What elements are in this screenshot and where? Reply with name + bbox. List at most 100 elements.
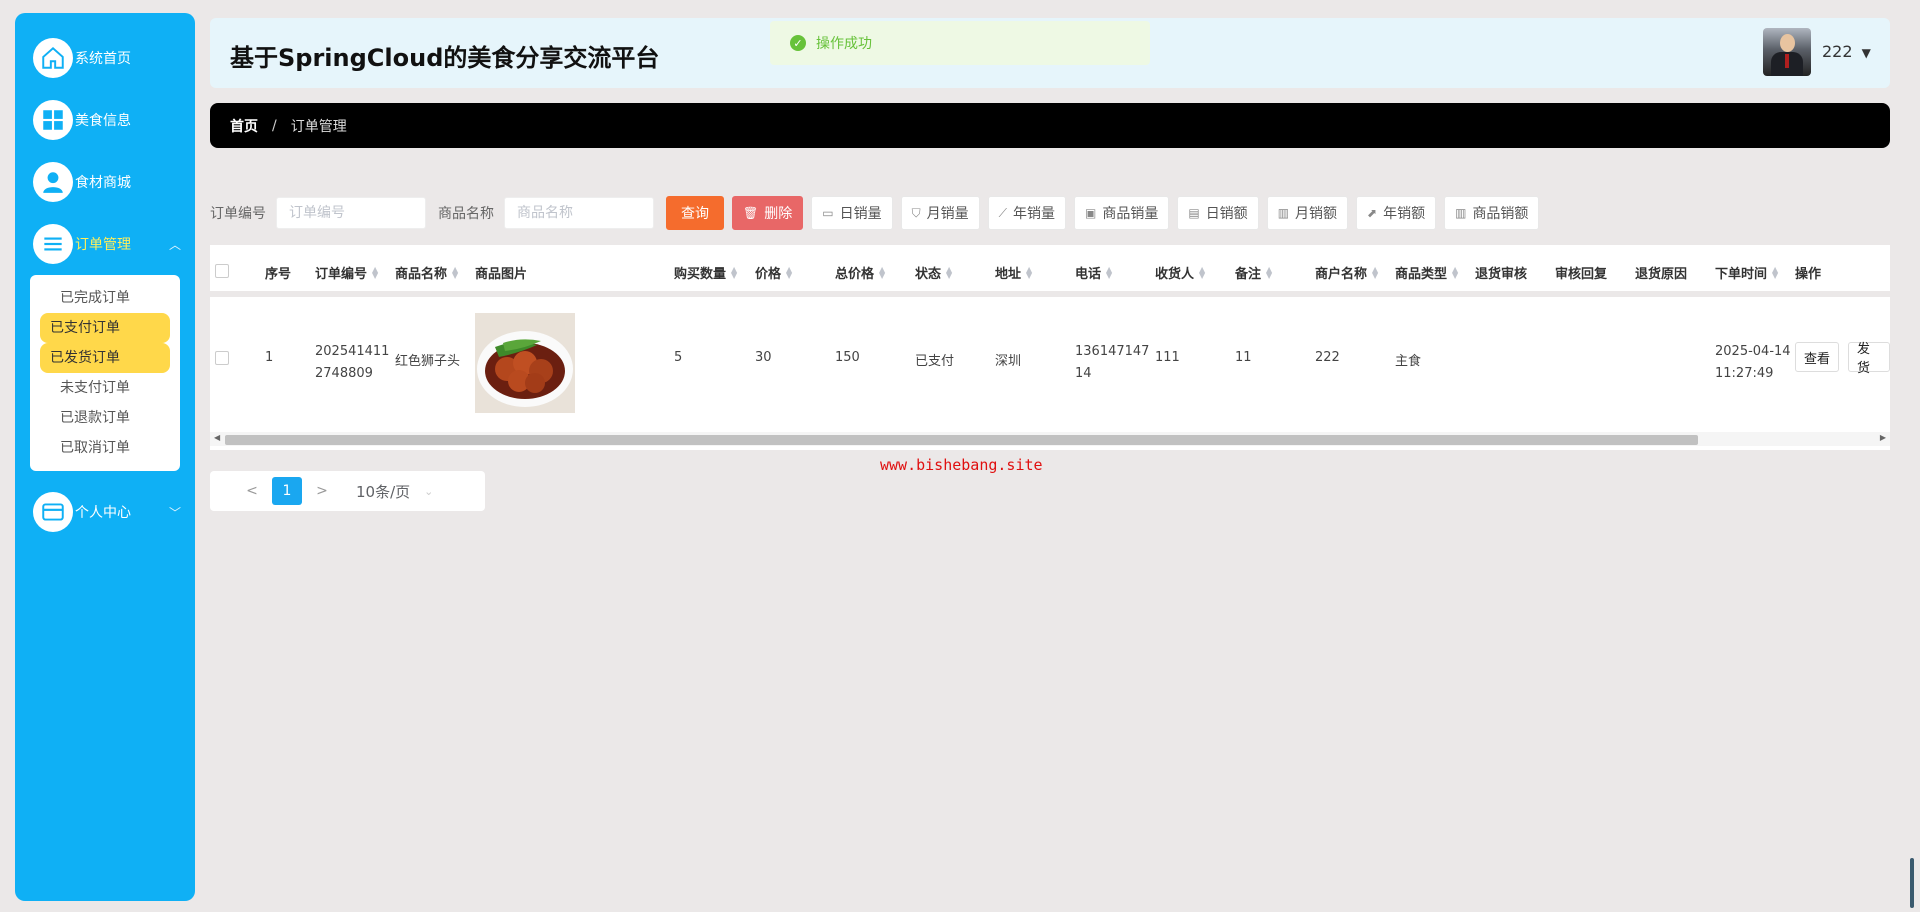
scroll-left-icon[interactable]: ◀ (214, 433, 220, 442)
user-icon (33, 162, 73, 202)
btn-label: 商品销额 (1472, 206, 1529, 222)
sidebar-item-food-info[interactable]: 美食信息 (15, 99, 195, 141)
chevron-down-icon: ﹀ (168, 506, 181, 520)
page-title: 基于SpringCloud的美食分享交流平台 (230, 44, 660, 72)
cell-order-no: 202541411 2748809 (315, 344, 390, 381)
cell-phone: 136147147 14 (1075, 344, 1150, 381)
avatar[interactable] (1763, 28, 1811, 76)
next-page-button[interactable]: > (308, 483, 336, 499)
col-receiver[interactable]: 收货人 ▲ ▼ (1155, 263, 1205, 282)
col-price[interactable]: 价格 ▲ ▼ (755, 263, 792, 282)
breadcrumb-home[interactable]: 首页 (230, 116, 258, 136)
grid-icon (33, 100, 73, 140)
page-scrollbar[interactable] (1910, 858, 1914, 908)
cell-order-time: 2025-04-14 11:27:49 (1715, 344, 1791, 381)
cell-price: 30 (755, 350, 772, 365)
col-order-no[interactable]: 订单编号 ▲ ▼ (315, 263, 378, 282)
btn-label: 日销额 (1205, 206, 1248, 222)
chevron-up-icon: ︿ (168, 238, 181, 252)
goods-image[interactable] (475, 313, 575, 413)
toast-text: 操作成功 (816, 36, 872, 52)
monthly-revenue-button[interactable]: ▥ 月销额 (1266, 196, 1349, 230)
col-review-reply: 审核回复 (1555, 267, 1608, 282)
cell-goods-type: 主食 (1395, 354, 1422, 369)
col-phone[interactable]: 电话 ▲ ▼ (1075, 263, 1112, 282)
submenu-item-shipped[interactable]: 已发货订单 (40, 343, 170, 373)
sidebar-item-order-management[interactable]: 订单管理 ︿ (15, 223, 195, 265)
col-address[interactable]: 地址 ▲ ▼ (995, 263, 1032, 282)
btn-label: 年销额 (1383, 206, 1426, 222)
submenu-item-completed[interactable]: 已完成订单 (40, 283, 170, 313)
yearly-revenue-button[interactable]: ⬈ 年销额 (1356, 196, 1437, 230)
order-no-input[interactable]: 订单编号 (276, 197, 426, 229)
goods-revenue-button[interactable]: ▥ 商品销额 (1444, 196, 1540, 230)
col-quantity[interactable]: 购买数量 ▲ ▼ (674, 263, 737, 282)
col-actions: 操作 (1795, 267, 1822, 282)
monthly-sales-button[interactable]: ⛉ 月销量 (900, 196, 980, 230)
cell-status: 已支付 (915, 354, 955, 369)
view-button[interactable]: 查看 (1795, 342, 1840, 372)
cell-total: 150 (835, 350, 860, 365)
monitor-icon: ▭ (822, 206, 834, 220)
col-merchant[interactable]: 商户名称 ▲ ▼ (1315, 263, 1378, 282)
list-icon (33, 224, 73, 264)
ticket-icon: ▥ (1277, 206, 1290, 220)
delete-button[interactable]: 🗑 删除 (732, 196, 804, 230)
horizontal-scrollbar[interactable]: ◀ ▶ (210, 432, 1890, 446)
col-goods-name[interactable]: 商品名称 ▲ ▼ (395, 263, 458, 282)
col-note[interactable]: 备注 ▲ ▼ (1235, 263, 1272, 282)
username: 222 (1822, 42, 1853, 61)
cell-receiver: 111 (1155, 350, 1180, 365)
row-checkbox[interactable] (215, 351, 229, 365)
cell-address: 深圳 (995, 354, 1022, 369)
query-button[interactable]: 查询 (666, 196, 724, 230)
sidebar: 系统首页 美食信息 食材商城 订单管理 ︿ 已完成订单 已支付订单 已发货订单 … (15, 13, 195, 901)
goods-name-input[interactable]: 商品名称 (504, 197, 654, 229)
scroll-thumb[interactable] (225, 435, 1698, 445)
col-total[interactable]: 总价格 ▲ ▼ (835, 263, 885, 282)
sidebar-item-label: 美食信息 (75, 113, 131, 129)
ship-button[interactable]: 发货 (1848, 342, 1890, 376)
btn-label: 月销量 (926, 206, 969, 222)
cell-index: 1 (265, 350, 274, 365)
col-order-time[interactable]: 下单时间 ▲ ▼ (1715, 263, 1778, 282)
document-icon: ▤ (1188, 206, 1200, 220)
sidebar-item-personal-center[interactable]: 个人中心 ﹀ (15, 491, 195, 533)
submenu-item-unpaid[interactable]: 未支付订单 (40, 373, 170, 403)
breadcrumb: 首页 / 订单管理 (210, 103, 1890, 148)
goods-name-label: 商品名称 (438, 206, 494, 222)
sidebar-item-ingredient-mall[interactable]: 食材商城 (15, 161, 195, 203)
select-all-checkbox[interactable] (215, 264, 229, 278)
cell-merchant: 222 (1315, 350, 1340, 365)
trash-icon: 🗑 (743, 206, 759, 220)
cell-quantity: 5 (674, 350, 683, 365)
col-return-review: 退货审核 (1475, 267, 1528, 282)
col-index: 序号 (265, 267, 292, 282)
page-size-select[interactable]: 10条/页 ⌄ (356, 481, 433, 502)
submenu-item-paid[interactable]: 已支付订单 (40, 313, 170, 343)
btn-label: 商品销量 (1102, 206, 1159, 222)
sidebar-item-label: 个人中心 (75, 505, 131, 521)
cell-goods-name: 红色狮子头 (395, 354, 461, 369)
success-toast: ✓ 操作成功 (770, 21, 1150, 65)
daily-revenue-button[interactable]: ▤ 日销额 (1177, 196, 1259, 230)
page-number[interactable]: 1 (272, 477, 302, 505)
table-row: 1 202541411 2748809 红色狮子头 5 30 150 已支付 深圳… (210, 307, 1890, 413)
col-status[interactable]: 状态 ▲ ▼ (915, 263, 952, 282)
sidebar-item-home[interactable]: 系统首页 (15, 37, 195, 79)
btn-label: 日销量 (839, 206, 882, 222)
check-icon: ✓ (790, 35, 806, 51)
caret-down-icon: ▼ (1861, 46, 1871, 60)
user-menu[interactable]: 222 ▼ (1822, 42, 1871, 61)
yearly-sales-button[interactable]: ⟋ 年销量 (987, 196, 1066, 230)
breadcrumb-current: 订单管理 (290, 118, 347, 135)
col-goods-type[interactable]: 商品类型 ▲ ▼ (1395, 263, 1458, 282)
goods-sales-button[interactable]: ▣ 商品销量 (1074, 196, 1170, 230)
picture-icon: ▣ (1085, 206, 1097, 220)
col-return-reason: 退货原因 (1635, 267, 1688, 282)
scroll-right-icon[interactable]: ▶ (1880, 433, 1886, 442)
prev-page-button[interactable]: < (238, 483, 266, 499)
daily-sales-button[interactable]: ▭ 日销量 (811, 196, 893, 230)
submenu-item-refunded[interactable]: 已退款订单 (40, 403, 170, 433)
submenu-item-cancelled[interactable]: 已取消订单 (40, 433, 170, 463)
